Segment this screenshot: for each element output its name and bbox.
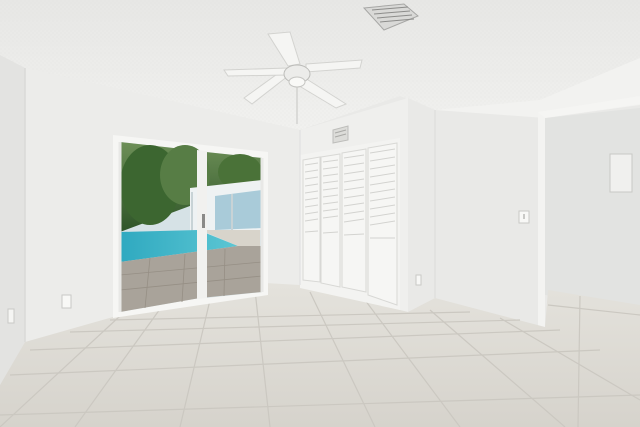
breaker-panel	[609, 153, 633, 193]
outlet-icon	[61, 294, 72, 309]
left-wall	[0, 55, 25, 385]
room-illustration	[0, 0, 640, 427]
far-wall	[545, 108, 640, 305]
room-photo	[0, 0, 640, 427]
